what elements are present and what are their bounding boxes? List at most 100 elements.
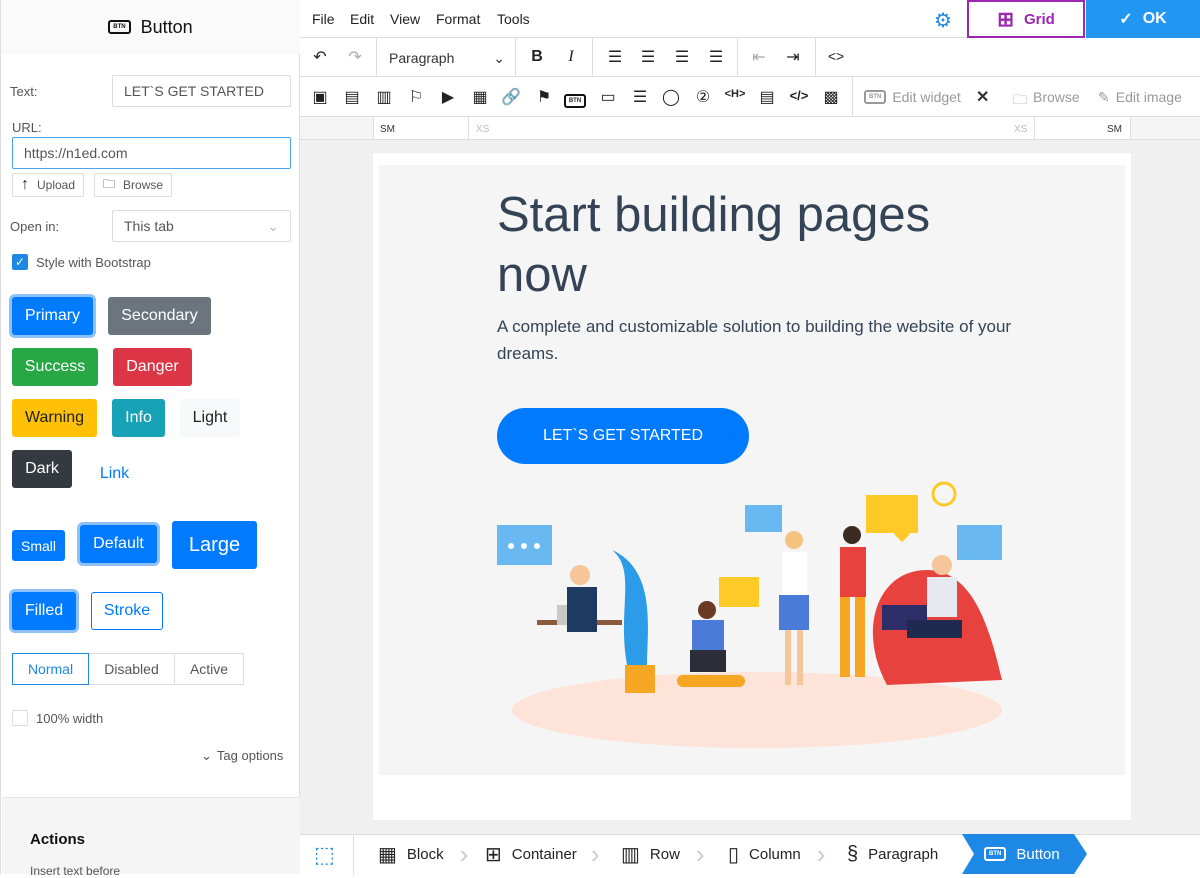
state-disabled[interactable]: Disabled <box>89 653 175 685</box>
numbered-circle-icon[interactable]: ② <box>691 87 715 107</box>
embed-icon[interactable]: ▤ <box>755 87 779 107</box>
menu-format[interactable]: Format <box>436 11 480 27</box>
breadcrumb-column[interactable]: ▯ Column › <box>728 834 825 874</box>
hero-heading[interactable]: Start building pages now <box>497 185 967 305</box>
bootstrap-checkbox[interactable]: ✓ <box>12 254 28 270</box>
full-width-checkbox[interactable] <box>12 710 28 726</box>
style-success[interactable]: Success <box>12 348 98 386</box>
menu-file[interactable]: File <box>312 11 335 27</box>
state-normal[interactable]: Normal <box>12 653 89 685</box>
panel-header: BTN Button <box>1 0 300 54</box>
link-icon[interactable]: 🔗 <box>499 87 523 107</box>
edit-image-icon: ✎ <box>1098 89 1110 105</box>
list-block-icon[interactable]: ☰ <box>628 87 652 107</box>
edit-image-button[interactable]: ✎ Edit image <box>1098 89 1182 106</box>
heading-icon[interactable]: <H> <box>723 88 747 100</box>
flag-icon[interactable]: ⚐ <box>404 87 428 107</box>
edit-widget-button[interactable]: BTN Edit widget <box>864 89 961 105</box>
close-icon[interactable]: ✕ <box>976 87 989 107</box>
ruler-sm-left[interactable]: SM <box>380 124 395 135</box>
card-icon[interactable]: ▭ <box>596 87 620 107</box>
qr-code-icon[interactable]: ▩ <box>819 87 843 107</box>
ruler-xs-left[interactable]: XS <box>476 124 489 135</box>
style-light[interactable]: Light <box>180 399 240 437</box>
video-icon[interactable]: ▶ <box>436 87 460 107</box>
breadcrumb-label: Paragraph <box>868 845 939 863</box>
open-in-select[interactable]: This tab ⌄ <box>112 210 291 242</box>
style-dark[interactable]: Dark <box>12 450 72 488</box>
breadcrumb-block[interactable]: ▦ Block › <box>378 834 468 874</box>
browse-toolbar-button[interactable]: 🗀 Browse <box>1013 89 1080 113</box>
source-code-icon[interactable]: <> <box>824 48 848 64</box>
folder-icon: 🗀 <box>103 176 116 191</box>
menu-view[interactable]: View <box>390 11 420 27</box>
align-center-icon[interactable]: ☰ <box>636 47 660 67</box>
paragraph-select[interactable]: Paragraph ⌄ <box>389 50 505 67</box>
text-input[interactable]: LET`S GET STARTED <box>112 75 291 107</box>
image-gallery-icon[interactable]: ▤ <box>340 87 364 107</box>
style-secondary[interactable]: Secondary <box>108 297 211 335</box>
breadcrumb-paragraph[interactable]: § Paragraph <box>847 834 938 874</box>
btn-widget-icon[interactable]: BTN <box>563 89 587 108</box>
breadcrumb-container[interactable]: ⊞ Container › <box>485 834 599 874</box>
breadcrumb-button[interactable]: BTN Button <box>962 834 1087 874</box>
style-info[interactable]: Info <box>112 399 165 437</box>
html-icon[interactable]: </> <box>787 88 811 103</box>
size-default[interactable]: Default <box>80 525 157 563</box>
menu-edit[interactable]: Edit <box>350 11 374 27</box>
paragraph-value: Paragraph <box>389 50 455 66</box>
style-link[interactable]: Link <box>87 455 142 493</box>
hero-block[interactable]: Start building pages now A complete and … <box>379 165 1125 775</box>
url-input[interactable]: https://n1ed.com <box>12 137 291 169</box>
align-left-icon[interactable]: ☰ <box>603 47 627 67</box>
upload-button[interactable]: ↑ Upload <box>12 173 85 197</box>
style-danger[interactable]: Danger <box>113 348 192 386</box>
italic-icon[interactable]: I <box>559 48 583 66</box>
speech-bubble-icon[interactable]: ◯ <box>659 87 683 107</box>
indent-icon[interactable]: ⇥ <box>781 47 805 67</box>
align-right-icon[interactable]: ☰ <box>670 47 694 67</box>
state-active[interactable]: Active <box>175 653 244 685</box>
images-icon[interactable]: ▥ <box>372 87 396 107</box>
style-primary[interactable]: Primary <box>12 297 93 335</box>
chevron-down-icon: ⌄ <box>493 50 505 66</box>
block-icon: ▦ <box>378 843 397 866</box>
ruler-xs-right[interactable]: XS <box>1014 124 1027 135</box>
fill-filled[interactable]: Filled <box>12 592 76 630</box>
tag-options-label: Tag options <box>216 748 284 763</box>
get-started-button[interactable]: LET`S GET STARTED <box>497 408 749 464</box>
style-warning[interactable]: Warning <box>12 399 97 437</box>
undo-icon[interactable]: ↶ <box>308 47 332 67</box>
select-element-icon[interactable]: ⬚ <box>314 842 335 868</box>
image-icon[interactable]: ▣ <box>308 87 332 107</box>
ruler-sm-right[interactable]: SM <box>1107 124 1122 135</box>
grid-button[interactable]: ⊞ Grid <box>967 0 1085 38</box>
folder-icon: 🗀 <box>1013 91 1027 107</box>
browse-button[interactable]: 🗀 Browse <box>94 173 173 197</box>
breadcrumb-label: Column <box>749 845 801 863</box>
editor: File Edit View Format Tools ⚙ ⊞ Grid ✓ OK … <box>300 0 1200 875</box>
breadcrumb-row[interactable]: ▥ Row › <box>621 834 705 874</box>
breadcrumb-label: Block <box>406 845 444 863</box>
edit-widget-label: Edit widget <box>892 89 961 105</box>
container-icon: ⊞ <box>485 843 502 866</box>
outdent-icon[interactable]: ⇤ <box>747 47 771 67</box>
size-large[interactable]: Large <box>172 521 257 569</box>
redo-icon[interactable]: ↷ <box>343 47 367 67</box>
btn-icon: BTN <box>108 20 131 34</box>
insert-toolbar: ▣ ▤ ▥ ⚐ ▶ ▦ 🔗 ⚑ BTN ▭ ☰ ◯ ② <H> ▤ </> ▩ … <box>300 77 1200 117</box>
fill-stroke[interactable]: Stroke <box>91 592 163 630</box>
bold-icon[interactable]: B <box>525 48 549 66</box>
menu-tools[interactable]: Tools <box>497 11 530 27</box>
tag-options-toggle[interactable]: ⌄ Tag options <box>201 748 283 764</box>
bookmark-icon[interactable]: ⚑ <box>532 87 556 107</box>
state-segmented: Normal Disabled Active <box>12 653 244 685</box>
button-settings-panel: BTN Button Text: LET`S GET STARTED URL: … <box>0 0 300 878</box>
menu-bar: File Edit View Format Tools ⚙ ⊞ Grid ✓ OK <box>300 0 1200 38</box>
hero-text[interactable]: A complete and customizable solution to … <box>497 313 1017 367</box>
align-justify-icon[interactable]: ☰ <box>704 47 728 67</box>
ok-button[interactable]: ✓ OK <box>1086 0 1200 38</box>
gear-icon[interactable]: ⚙ <box>934 8 952 33</box>
table-icon[interactable]: ▦ <box>468 87 492 107</box>
size-small[interactable]: Small <box>12 530 65 561</box>
